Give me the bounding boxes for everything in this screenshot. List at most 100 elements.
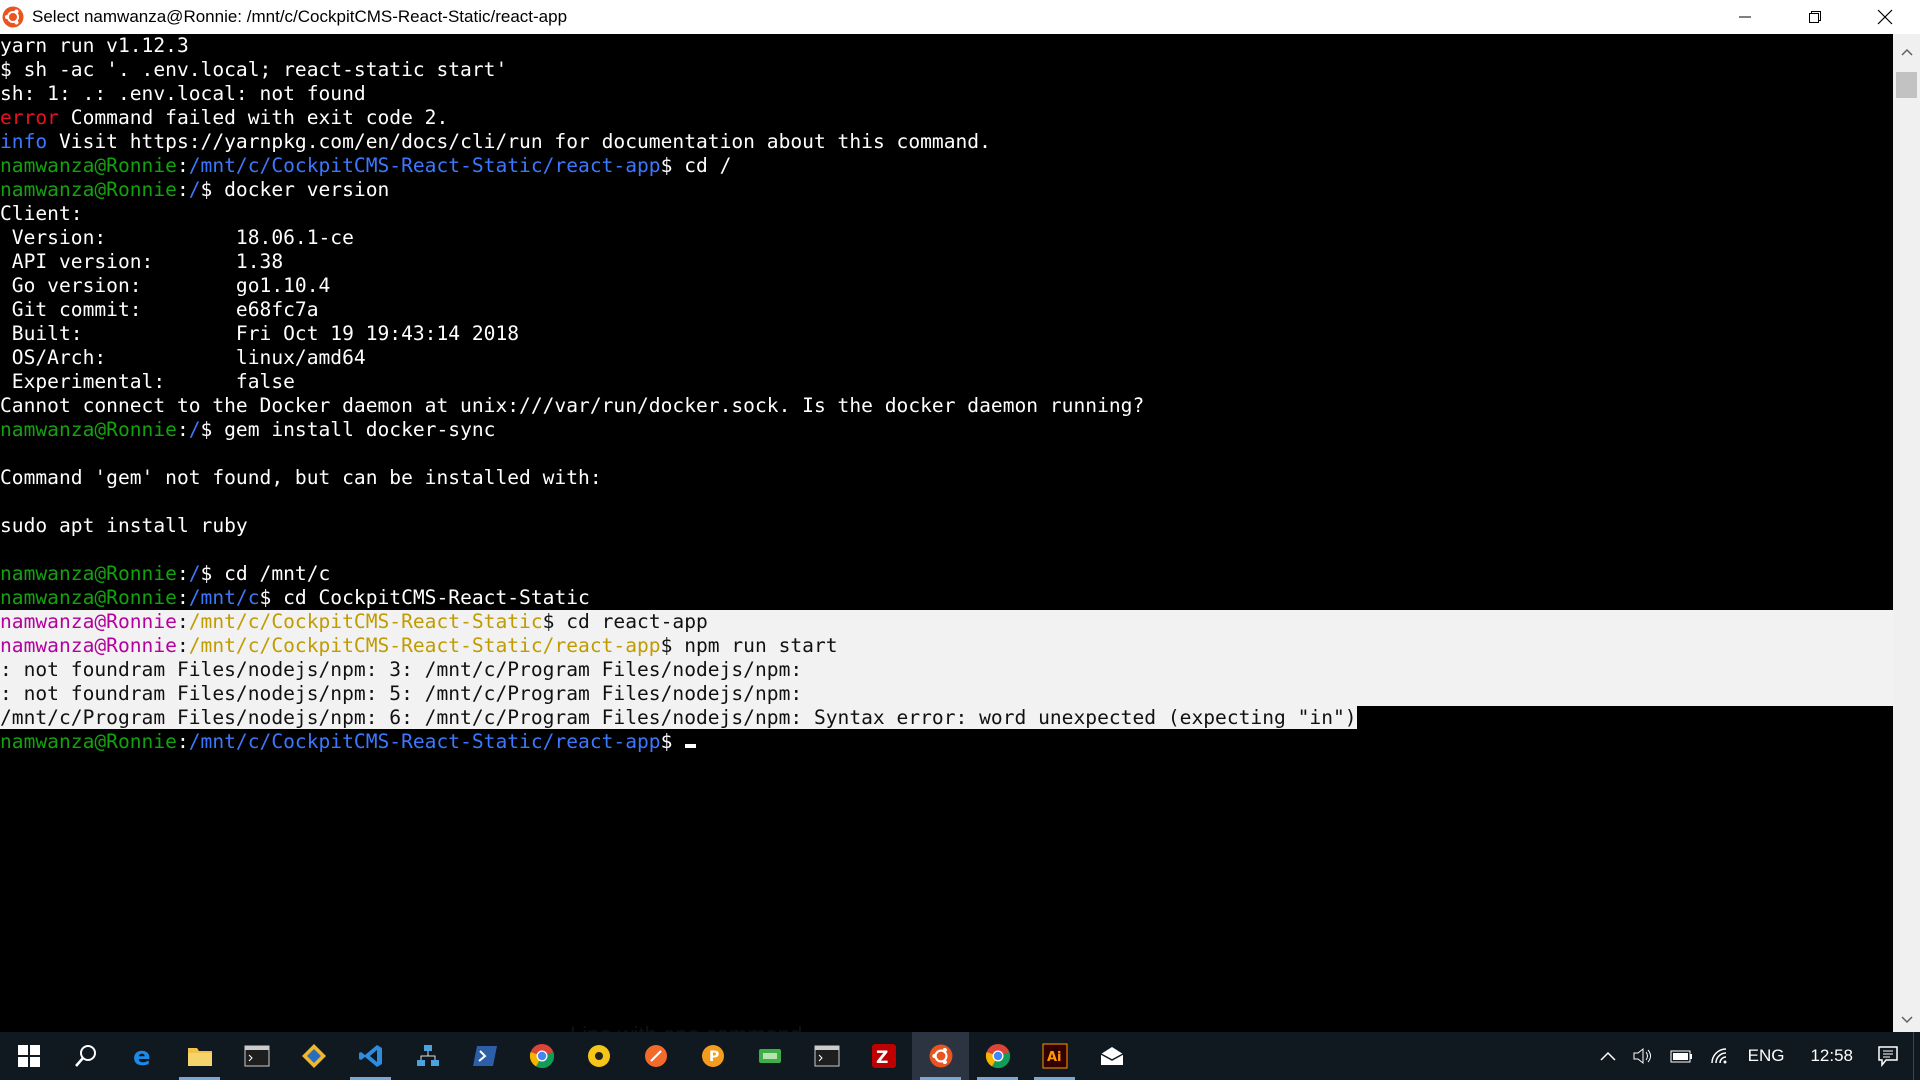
network-icon [416, 1045, 439, 1066]
line-text: sh: 1: .: .env.local: not found [0, 82, 366, 105]
line-text: Command 'gem' not found, but can be inst… [0, 466, 602, 489]
scroll-up-button[interactable] [1893, 40, 1920, 64]
show-desktop-button[interactable] [1913, 1032, 1920, 1080]
selection-highlight: /mnt/c/Program Files/nodejs/npm: 6: /mnt… [0, 706, 1357, 729]
info-label: info [0, 130, 48, 153]
prompt-user: namwanza@Ronnie [0, 634, 177, 657]
vscode-button[interactable] [342, 1032, 399, 1080]
vertical-scrollbar[interactable] [1893, 34, 1920, 1032]
svg-text:Z: Z [876, 1048, 888, 1068]
wifi-button[interactable] [1702, 1032, 1740, 1080]
terminal-line: Experimental: false [0, 370, 1893, 394]
wifi-icon [1710, 1048, 1727, 1064]
prompt-path: / [188, 562, 201, 585]
line-text: $ cd react-app [542, 610, 708, 633]
orange-app-button-1[interactable] [627, 1032, 684, 1080]
prompt-user: namwanza@Ronnie [0, 178, 177, 201]
vscode-icon [358, 1045, 382, 1067]
line-text: : [176, 586, 189, 609]
ubuntu-button[interactable] [912, 1032, 969, 1080]
terminal-line: Version: 18.06.1-ce [0, 226, 1893, 250]
powershell-icon [472, 1046, 497, 1066]
battery-button[interactable] [1662, 1032, 1702, 1080]
line-text: $ cd /mnt/c [200, 562, 331, 585]
line-text: : [176, 154, 189, 177]
mail-button[interactable] [1083, 1032, 1140, 1080]
line-text: $ npm run start [660, 634, 838, 657]
search-icon [74, 1045, 96, 1067]
orange-app-button-2[interactable]: P [684, 1032, 741, 1080]
circle-orange-icon [644, 1045, 667, 1067]
search-button[interactable] [57, 1032, 114, 1080]
folder-icon [187, 1048, 212, 1066]
minimize-icon [1739, 16, 1751, 18]
line-text: yarn run v1.12.3 [0, 34, 189, 57]
terminal-line: /mnt/c/Program Files/nodejs/npm: 6: /mnt… [0, 706, 1893, 730]
illustrator-button[interactable]: Ai [1026, 1032, 1083, 1080]
line-text: $ cd / [660, 154, 732, 177]
prompt-user: namwanza@Ronnie [0, 610, 177, 633]
close-icon [1877, 9, 1893, 25]
yellow-app-button[interactable] [570, 1032, 627, 1080]
taskbar: e P Z Ai ENG 12:58 [0, 1032, 1920, 1080]
line-text: : not foundram Files/nodejs/npm: 3: /mnt… [0, 658, 803, 681]
minimize-button[interactable] [1710, 0, 1780, 34]
sourcetree-button[interactable] [285, 1032, 342, 1080]
scroll-down-button[interactable] [1893, 1008, 1920, 1032]
edge-button[interactable]: e [114, 1032, 171, 1080]
terminal-line: API version: 1.38 [0, 250, 1893, 274]
line-text: Experimental: false [0, 370, 295, 393]
powershell-button[interactable] [456, 1032, 513, 1080]
prompt-user: namwanza@Ronnie [0, 562, 177, 585]
svg-text:P: P [709, 1049, 719, 1065]
filezilla-button[interactable]: Z [855, 1032, 912, 1080]
line-text: $ gem install docker-sync [200, 418, 496, 441]
line-text: OS/Arch: linux/amd64 [0, 346, 366, 369]
terminal-line: Built: Fri Oct 19 19:43:14 2018 [0, 322, 1893, 346]
terminal-line: namwanza@Ronnie:/mnt/c/CockpitCMS-React-… [0, 154, 1893, 178]
show-hidden-icons-button[interactable] [1592, 1032, 1624, 1080]
file-explorer-button[interactable] [171, 1032, 228, 1080]
window-title-bar[interactable]: Select namwanza@Ronnie: /mnt/c/CockpitCM… [0, 0, 1920, 34]
prompt-path: /mnt/c/CockpitCMS-React-Static [188, 610, 543, 633]
console-button-1[interactable] [228, 1032, 285, 1080]
terminal-line: sudo apt install ruby [0, 514, 1893, 538]
green-app-button[interactable] [741, 1032, 798, 1080]
terminal-line: Command 'gem' not found, but can be inst… [0, 466, 1893, 490]
line-text: : [176, 730, 189, 753]
chrome-button-2[interactable] [969, 1032, 1026, 1080]
line-text: /mnt/c/Program Files/nodejs/npm: 6: /mnt… [0, 706, 1357, 729]
language-indicator[interactable]: ENG [1740, 1032, 1793, 1080]
action-center-button[interactable] [1871, 1032, 1913, 1080]
volume-button[interactable] [1624, 1032, 1662, 1080]
terminal-line: namwanza@Ronnie:/$ docker version [0, 178, 1893, 202]
console-icon [244, 1045, 269, 1067]
svg-text:Ai: Ai [1047, 1050, 1062, 1065]
terminal-line: $ sh -ac '. .env.local; react-static sta… [0, 58, 1893, 82]
terminal-output[interactable]: yarn run v1.12.3 $ sh -ac '. .env.local; … [0, 34, 1893, 1032]
network-app-button[interactable] [399, 1032, 456, 1080]
line-text: sudo apt install ruby [0, 514, 248, 537]
start-button[interactable] [0, 1032, 57, 1080]
line-text: Visit https://yarnpkg.com/en/docs/cli/ru… [47, 130, 991, 153]
close-button[interactable] [1850, 0, 1920, 34]
terminal-line: namwanza@Ronnie:/mnt/c/CockpitCMS-React-… [0, 610, 1893, 634]
prompt-path: / [188, 178, 201, 201]
terminal-line: namwanza@Ronnie:/$ cd /mnt/c [0, 562, 1893, 586]
line-text: Cannot connect to the Docker daemon at u… [0, 394, 1145, 417]
chrome-button-1[interactable] [513, 1032, 570, 1080]
illustrator-icon: Ai [1042, 1043, 1067, 1069]
clock[interactable]: 12:58 [1792, 1032, 1871, 1080]
console-button-2[interactable] [798, 1032, 855, 1080]
line-text: Client: [0, 202, 83, 225]
restore-button[interactable] [1780, 0, 1850, 34]
terminal-line: Client: [0, 202, 1893, 226]
line-text: Command failed with exit code 2. [58, 106, 449, 129]
green-app-icon [758, 1049, 781, 1063]
prompt-path: / [188, 418, 201, 441]
line-text: API version: 1.38 [0, 250, 284, 273]
scrollbar-thumb[interactable] [1896, 72, 1917, 98]
